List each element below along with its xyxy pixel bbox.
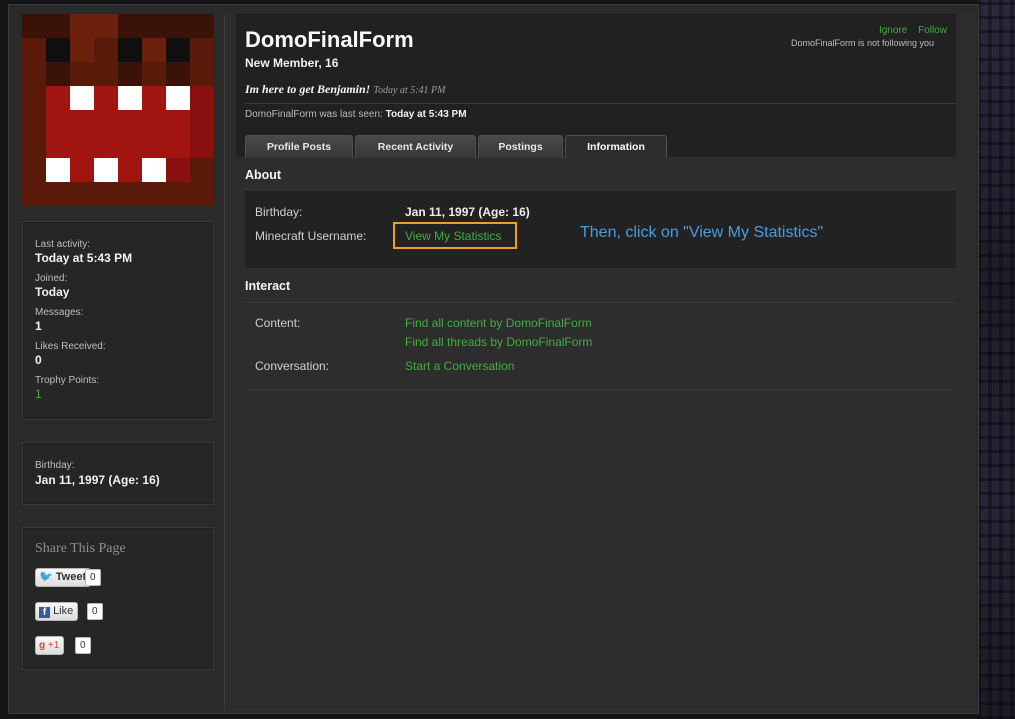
last-activity-label: Last activity: (35, 239, 91, 250)
tab-profile-posts[interactable]: Profile Posts (245, 135, 353, 158)
birthday-label: Birthday: (35, 460, 75, 471)
about-birthday-value: Jan 11, 1997 (Age: 16) (405, 205, 530, 219)
profile-page: Last activity: Today at 5:43 PM Joined: … (0, 0, 1015, 719)
user-status: Im here to get Benjamin! Today at 5:41 P… (245, 82, 445, 97)
about-heading: About (245, 168, 282, 182)
last-activity-value: Today at 5:43 PM (35, 251, 133, 265)
avatar[interactable] (22, 14, 214, 206)
profile-actions: Ignore Follow (871, 25, 947, 36)
tweet-button[interactable]: 🐦 Tweet (35, 568, 92, 587)
twitter-bird-icon: 🐦 (39, 571, 53, 583)
following-status: DomoFinalForm is not following you (791, 38, 935, 48)
joined-label: Joined: (35, 273, 68, 284)
tweet-count: 0 (85, 569, 101, 586)
share-panel: Share This Page 🐦 Tweet 0 f Like 0 g +1 … (22, 527, 214, 670)
last-seen-prefix: DomoFinalForm was last seen: (245, 109, 383, 120)
last-seen: DomoFinalForm was last seen: Today at 5:… (245, 109, 467, 120)
background-texture (977, 0, 1015, 719)
trophy-label: Trophy Points: (35, 375, 100, 386)
likes-value: 0 (35, 353, 42, 367)
follow-link[interactable]: Follow (918, 25, 947, 36)
status-text: Im here to get Benjamin! (245, 82, 371, 96)
conversation-label: Conversation: (255, 359, 330, 373)
header-divider (245, 103, 956, 104)
messages-label: Messages: (35, 307, 84, 318)
plusone-label: +1 (47, 640, 60, 651)
tab-information[interactable]: Information (565, 135, 667, 158)
about-birthday-label: Birthday: (255, 205, 303, 219)
interact-heading: Interact (245, 279, 291, 293)
likes-label: Likes Received: (35, 341, 106, 352)
tab-postings[interactable]: Postings (478, 135, 563, 158)
find-all-content-link[interactable]: Find all content by DomoFinalForm (405, 316, 592, 330)
interact-divider (245, 302, 956, 303)
profile-username: DomoFinalForm (245, 27, 414, 52)
tweet-label: Tweet (55, 571, 87, 583)
instruction-annotation: Then, click on "View My Statistics" (580, 224, 824, 241)
share-title: Share This Page (35, 541, 126, 556)
google-plus-icon: g (39, 640, 46, 651)
start-conversation-link[interactable]: Start a Conversation (405, 359, 514, 373)
content-label: Content: (255, 316, 301, 330)
trophy-points-link[interactable]: 1 (35, 387, 42, 401)
stats-panel: Last activity: Today at 5:43 PM Joined: … (22, 221, 214, 420)
highlight-box (393, 222, 517, 249)
find-all-threads-link[interactable]: Find all threads by DomoFinalForm (405, 335, 592, 349)
messages-value: 1 (35, 319, 42, 333)
google-plusone-button[interactable]: g +1 (35, 636, 65, 655)
birthday-value: Jan 11, 1997 (Age: 16) (35, 473, 160, 487)
tab-recent-activity[interactable]: Recent Activity (355, 135, 476, 158)
plusone-count: 0 (75, 637, 91, 654)
interact-bottom-divider (245, 389, 956, 390)
facebook-icon: f (39, 607, 50, 618)
last-seen-time: Today at 5:43 PM (385, 109, 467, 120)
profile-tabs: Profile Posts Recent Activity Postings I… (245, 135, 667, 158)
status-time: Today at 5:41 PM (373, 85, 446, 96)
like-count: 0 (87, 603, 103, 620)
joined-value: Today (35, 285, 70, 299)
ignore-link[interactable]: Ignore (879, 25, 907, 36)
user-title: New Member, 16 (245, 56, 339, 70)
birthday-panel: Birthday: Jan 11, 1997 (Age: 16) (22, 442, 214, 505)
like-label: Like (53, 605, 74, 617)
minecraft-username-label: Minecraft Username: (255, 229, 367, 243)
facebook-like-button[interactable]: f Like (35, 602, 79, 621)
